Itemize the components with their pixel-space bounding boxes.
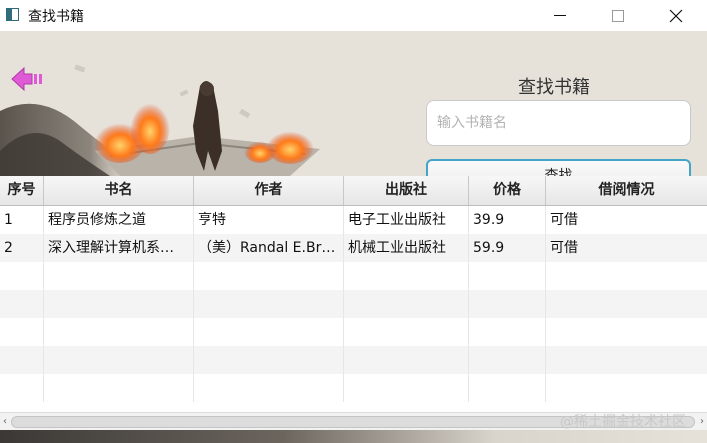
empty-cell [469, 346, 546, 374]
cell-title: 深入理解计算机系… [44, 234, 194, 262]
table-row[interactable]: 2 深入理解计算机系… （美）Randal E.Br… 机械工业出版社 59.9… [0, 234, 707, 262]
empty-cell [0, 290, 44, 318]
window-title: 查找书籍 [28, 9, 84, 25]
empty-cell [44, 346, 194, 374]
empty-cell [469, 290, 546, 318]
empty-cell [0, 318, 44, 346]
empty-cell [44, 374, 194, 402]
cell-title: 程序员修炼之道 [44, 206, 194, 234]
empty-cell [44, 318, 194, 346]
empty-cell [344, 346, 469, 374]
column-header-title[interactable]: 书名 [44, 176, 194, 205]
close-icon [669, 9, 683, 22]
empty-cell [194, 290, 344, 318]
cell-status: 可借 [550, 240, 578, 256]
empty-row [0, 318, 707, 346]
empty-row [0, 262, 707, 290]
search-button[interactable]: 查找 [426, 159, 691, 176]
search-title: 查找书籍 [518, 77, 590, 98]
empty-row [0, 346, 707, 374]
cell-author: 亨特 [194, 206, 344, 234]
column-header-status[interactable]: 借阅情况 [546, 176, 707, 205]
books-table: 序号 书名 作者 出版社 价格 借阅情况 1 程序员修炼之道 亨特 电子工业出版… [0, 176, 707, 412]
empty-cell [44, 262, 194, 290]
cell-price: 39.9 [469, 206, 546, 234]
back-arrow-icon[interactable] [10, 66, 44, 92]
empty-cell [469, 318, 546, 346]
cell-status: 可借 [550, 212, 578, 228]
minimize-icon [554, 14, 566, 16]
scroll-right-icon[interactable]: › [697, 415, 707, 429]
empty-cell [344, 318, 469, 346]
title-bar: 查找书籍 [0, 0, 707, 31]
search-input[interactable] [426, 100, 691, 146]
column-header-price[interactable]: 价格 [469, 176, 546, 205]
empty-cell [194, 374, 344, 402]
column-header-author[interactable]: 作者 [194, 176, 344, 205]
cell-index: 1 [0, 206, 44, 234]
cell-publisher: 机械工业出版社 [344, 234, 469, 262]
empty-cell [469, 374, 546, 402]
empty-cell [0, 374, 44, 402]
close-button[interactable] [647, 0, 705, 31]
empty-cell [344, 262, 469, 290]
minimize-button[interactable] [531, 0, 589, 31]
watermark: @稀土掘金技术社区 [560, 414, 686, 430]
cell-publisher: 电子工业出版社 [344, 206, 469, 234]
empty-cell [44, 290, 194, 318]
footer-strip [0, 430, 707, 443]
empty-row [0, 374, 707, 402]
table-header: 序号 书名 作者 出版社 价格 借阅情况 [0, 176, 707, 206]
empty-cell [194, 262, 344, 290]
empty-cell [469, 262, 546, 290]
app-icon [6, 8, 19, 21]
table-row[interactable]: 1 程序员修炼之道 亨特 电子工业出版社 39.9 可借 [0, 206, 707, 234]
empty-cell [344, 290, 469, 318]
cell-author: （美）Randal E.Br… [194, 234, 344, 262]
column-header-index[interactable]: 序号 [0, 176, 44, 205]
empty-row [0, 290, 707, 318]
banner-image [0, 31, 420, 176]
header-panel: 查找书籍 查找 [0, 31, 707, 176]
maximize-icon [612, 9, 624, 22]
maximize-button[interactable] [589, 0, 647, 31]
empty-cell [344, 374, 469, 402]
column-header-publisher[interactable]: 出版社 [344, 176, 469, 205]
empty-cell [0, 346, 44, 374]
empty-cell [0, 262, 44, 290]
empty-cell [194, 346, 344, 374]
cell-price: 59.9 [469, 234, 546, 262]
scroll-left-icon[interactable]: ‹ [0, 415, 10, 429]
cell-index: 2 [0, 234, 44, 262]
empty-cell [194, 318, 344, 346]
